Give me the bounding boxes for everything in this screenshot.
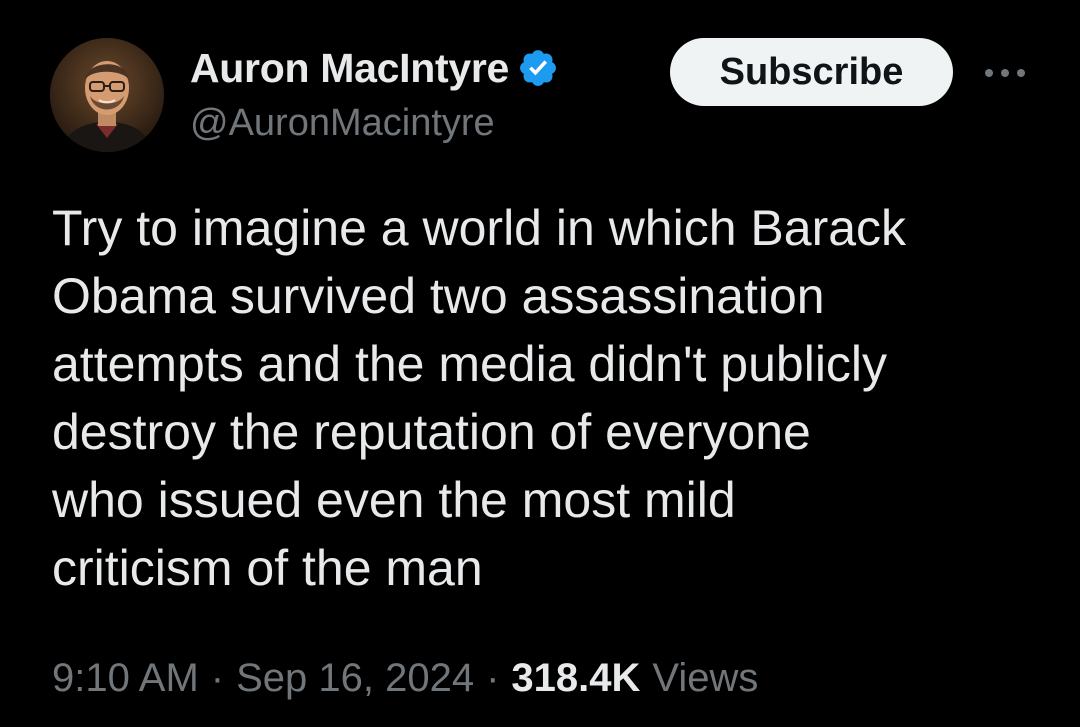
views-count: 318.4K <box>511 655 641 700</box>
author-handle[interactable]: @AuronMacintyre <box>190 102 495 145</box>
tweet-text: Try to imagine a world in which Barack O… <box>52 200 907 596</box>
subscribe-button[interactable]: Subscribe <box>670 38 953 106</box>
tweet-time[interactable]: 9:10 AM <box>52 656 199 701</box>
meta-separator: · <box>210 655 225 700</box>
meta-separator: · <box>486 655 500 700</box>
verified-badge-icon <box>517 47 559 89</box>
avatar-photo <box>50 38 164 152</box>
avatar[interactable] <box>50 38 164 152</box>
tweet-container: Auron MacIntyre @AuronMacintyre Subscrib… <box>0 0 1080 727</box>
views-label: Views <box>652 655 759 700</box>
more-options-icon[interactable] <box>980 58 1030 88</box>
tweet-date[interactable]: Sep 16, 2024 <box>236 656 474 701</box>
tweet-meta: 9:10 AM · Sep 16, 2024 · 318.4K Views <box>52 648 758 708</box>
author-display-name[interactable]: Auron MacIntyre <box>190 45 509 92</box>
author-name-row: Auron MacIntyre <box>190 40 559 96</box>
